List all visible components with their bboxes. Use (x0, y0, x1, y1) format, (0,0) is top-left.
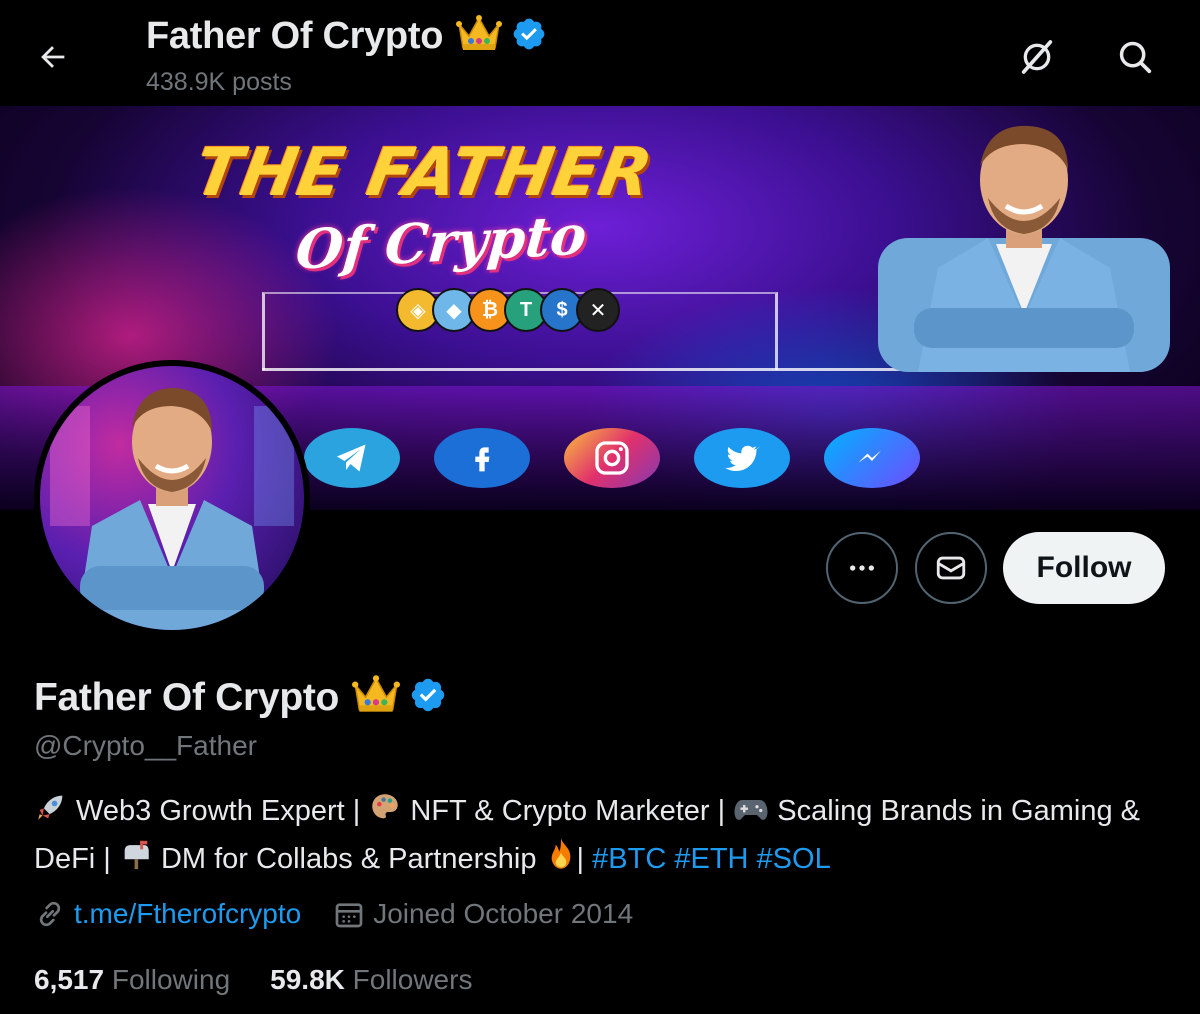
banner-person-image (878, 125, 1170, 372)
arrow-left-icon (41, 46, 65, 68)
search-button[interactable] (1110, 32, 1160, 82)
bio-text-2: NFT & Crypto Marketer | (402, 795, 734, 827)
game-controller-icon (733, 794, 769, 836)
bio-text-5: | (576, 843, 593, 875)
profile-name: Father Of Crypto (34, 675, 340, 719)
crown-icon (455, 14, 503, 59)
back-button[interactable] (30, 34, 76, 80)
grok-button[interactable] (1012, 32, 1062, 82)
hashtag-btc[interactable]: #BTC (592, 843, 666, 875)
facebook-icon (434, 428, 530, 488)
banner-rail (262, 368, 962, 371)
avatar-person-image (50, 388, 294, 630)
following-label: Following (111, 964, 231, 995)
followers-label: Followers (352, 964, 473, 995)
posts-count: 438.9K posts (146, 68, 292, 96)
message-icon (936, 556, 966, 580)
banner-title-line2: Of Crypto (293, 202, 590, 282)
header-title: Father Of Crypto (146, 14, 547, 59)
search-icon (1119, 41, 1152, 74)
grok-icon (1021, 40, 1053, 74)
message-button[interactable] (915, 532, 987, 604)
profile-handle: @Crypto__Father (34, 730, 257, 761)
profile-stats: 6,517 Following 59.8K Followers (34, 964, 512, 996)
more-icon (850, 565, 874, 571)
bio-text-1: Web3 Growth Expert | (68, 795, 369, 827)
messenger-icon (824, 428, 920, 488)
follow-button[interactable]: Follow (1003, 532, 1165, 604)
palette-icon (368, 790, 402, 836)
fire-icon (545, 836, 577, 884)
following-count: 6,517 (34, 964, 105, 995)
instagram-icon (564, 428, 660, 488)
joined-date: Joined October 2014 (373, 898, 634, 929)
followers-link[interactable]: 59.8K Followers (270, 964, 472, 996)
mailbox-icon (119, 838, 153, 884)
profile-header-bar: Father Of Crypto 438.9K posts (0, 0, 1200, 106)
following-link[interactable]: 6,517 Following (34, 964, 230, 996)
bio-text-4: DM for Collabs & Partnership (152, 843, 545, 875)
more-options-button[interactable] (826, 532, 898, 604)
twitter-icon (694, 428, 790, 488)
calendar-icon (335, 903, 363, 928)
link-icon (39, 901, 61, 927)
followers-count: 59.8K (270, 964, 345, 995)
banner-title-line1: THE FATHER (189, 134, 659, 211)
verified-badge-icon[interactable] (409, 676, 447, 719)
social-icons-row (304, 428, 920, 488)
profile-avatar[interactable] (34, 360, 310, 636)
verified-badge-icon[interactable] (511, 16, 547, 57)
crypto-coins-row: ◈ ◆ ₿ T $ ✕ (396, 288, 620, 332)
telegram-icon (304, 428, 400, 488)
profile-bio: Web3 Growth Expert | NFT & Crypto Market… (34, 790, 1184, 884)
profile-name-row: Father Of Crypto (34, 674, 447, 721)
hashtag-eth[interactable]: #ETH (674, 843, 748, 875)
header-name: Father Of Crypto (146, 15, 444, 57)
hashtag-sol[interactable]: #SOL (757, 843, 831, 875)
crown-icon (351, 674, 401, 721)
profile-website-link[interactable]: t.me/Ftherofcrypto (74, 898, 301, 930)
xrp-icon: ✕ (576, 288, 620, 332)
rocket-icon (34, 790, 68, 836)
header-actions (1012, 32, 1160, 82)
profile-meta: t.me/Ftherofcrypto Joined October 2014 (34, 898, 633, 930)
